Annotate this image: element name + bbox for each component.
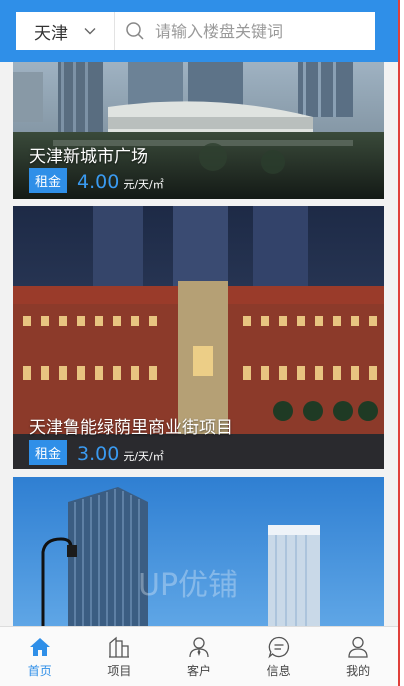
nav-item-mine[interactable]: 我的 [318,627,398,686]
search-field-wrap [115,21,375,41]
price-value: 4.00 [77,171,120,193]
price-unit: 元/天/㎡ [123,178,164,191]
search-bar: 天津 [16,12,375,50]
nav-label: 我的 [346,663,371,678]
window-edge [398,0,404,686]
price-value: 3.00 [77,443,120,465]
listing-card[interactable]: 天津鲁能绿荫里商业街项目 租金 3.00 元/天/㎡ [13,206,384,469]
svg-text:UP优铺: UP优铺 [138,568,238,603]
nav-item-projects[interactable]: 项目 [80,627,160,686]
city-label: 天津 [34,23,68,44]
nav-label: 客户 [186,663,211,678]
nav-item-messages[interactable]: 信息 [239,627,319,686]
chevron-down-icon [84,28,96,35]
message-icon [267,636,289,658]
city-selector[interactable]: 天津 [16,12,115,50]
home-icon [29,637,50,656]
price-unit: 元/天/㎡ [123,450,164,463]
nav-item-home[interactable]: 首页 [0,627,80,686]
nav-label: 项目 [107,663,132,678]
listing-photo: UP优铺 [13,477,384,627]
search-input[interactable] [155,21,375,41]
rent-badge: 租金 [29,168,68,193]
nav-item-clients[interactable]: 客户 [159,627,239,686]
bottom-nav: 首页 项目 客户 信息 我的 [0,626,398,686]
listing-title: 天津新城市广场 [29,147,148,167]
nav-label: 信息 [266,663,291,678]
nav-label: 首页 [27,663,52,678]
search-icon [126,22,144,40]
app-screen: 天津 请输入楼盘关键词 天津新城市广场 租金 4.00 元/天/㎡ 天津鲁能绿荫… [0,0,398,686]
rent-badge: 租金 [29,440,68,465]
buildings-icon [109,636,130,658]
listing-card[interactable]: UP优铺 [13,477,384,627]
listing-card[interactable]: 天津新城市广场 租金 4.00 元/天/㎡ [13,62,384,199]
listing-title: 天津鲁能绿荫里商业街项目 [29,418,233,438]
header-bar: 天津 [0,0,398,62]
price-row: 租金 3.00 元/天/㎡ [29,440,164,467]
person-tie-icon [189,636,209,657]
user-icon [348,636,368,658]
price-row: 租金 4.00 元/天/㎡ [29,168,164,195]
